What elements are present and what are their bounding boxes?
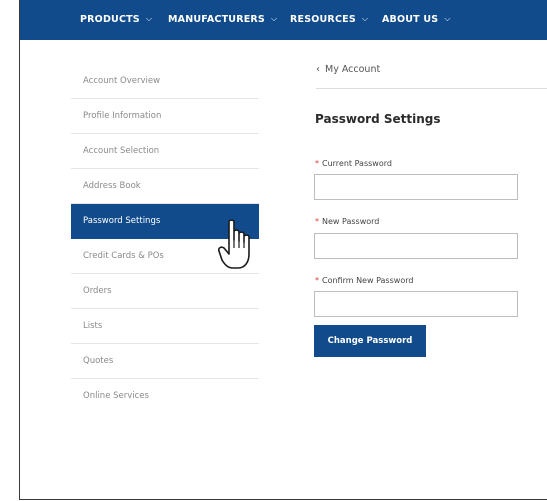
nav-item-manufacturers[interactable]: MANUFACTURERS ⌵: [168, 14, 277, 25]
current-password-label: * Current Password: [315, 159, 392, 168]
confirm-new-password-label: * Confirm New Password: [315, 276, 413, 285]
sidebar-item-label: Account Selection: [83, 146, 160, 156]
sidebar-item-online-services[interactable]: Online Services: [71, 379, 259, 414]
sidebar-item-label: Address Book: [83, 181, 141, 191]
field-label-text: Current Password: [322, 159, 392, 168]
change-password-button[interactable]: Change Password: [314, 325, 426, 357]
nav-item-products[interactable]: PRODUCTS ⌵: [80, 14, 152, 25]
required-marker: *: [315, 276, 319, 285]
sidebar-item-label: Account Overview: [83, 76, 161, 86]
nav-item-label: PRODUCTS: [80, 14, 140, 25]
sidebar-item-orders[interactable]: Orders: [71, 274, 259, 309]
nav-item-resources[interactable]: RESOURCES ⌵: [290, 14, 368, 25]
breadcrumb-my-account[interactable]: ‹ My Account: [316, 64, 380, 75]
chevron-down-icon: ⌵: [444, 14, 451, 23]
page-frame: PRODUCTS ⌵ MANUFACTURERS ⌵ RESOURCES ⌵ ABOU…: [19, 0, 547, 500]
new-password-input[interactable]: [314, 233, 518, 259]
sidebar-item-account-selection[interactable]: Account Selection: [71, 134, 259, 169]
sidebar-item-label: Online Services: [83, 391, 149, 401]
chevron-left-icon: ‹: [316, 64, 320, 75]
breadcrumb-divider: [316, 88, 547, 89]
sidebar-item-address-book[interactable]: Address Book: [71, 169, 259, 204]
field-label-text: Confirm New Password: [322, 276, 414, 285]
chevron-down-icon: ⌵: [270, 14, 278, 23]
top-navigation-bar: PRODUCTS ⌵ MANUFACTURERS ⌵ RESOURCES ⌵ ABOU…: [20, 0, 547, 40]
sidebar-item-label: Lists: [83, 321, 103, 331]
chevron-down-icon: ⌵: [361, 14, 369, 23]
sidebar-item-profile-information[interactable]: Profile Information: [71, 99, 259, 134]
hand-pointer-icon: [218, 219, 250, 269]
sidebar-item-label: Credit Cards & POs: [83, 251, 164, 261]
new-password-label: * New Password: [315, 217, 379, 226]
sidebar-item-quotes[interactable]: Quotes: [71, 344, 259, 379]
confirm-new-password-input[interactable]: [314, 291, 518, 317]
required-marker: *: [315, 159, 319, 168]
page-title: Password Settings: [315, 112, 441, 126]
field-label-text: New Password: [322, 217, 380, 226]
sidebar-item-label: Profile Information: [83, 111, 162, 121]
sidebar-item-label: Quotes: [83, 356, 114, 366]
current-password-input[interactable]: [314, 174, 518, 200]
sidebar-item-label: Password Settings: [83, 216, 161, 226]
sidebar-item-label: Orders: [83, 286, 112, 296]
required-marker: *: [315, 217, 319, 226]
sidebar-item-account-overview[interactable]: Account Overview: [71, 64, 259, 99]
sidebar-item-lists[interactable]: Lists: [71, 309, 259, 344]
nav-item-label: ABOUT US: [382, 14, 439, 25]
nav-item-label: RESOURCES: [290, 14, 356, 25]
chevron-down-icon: ⌵: [145, 14, 153, 23]
nav-item-about-us[interactable]: ABOUT US ⌵: [382, 14, 451, 25]
nav-item-label: MANUFACTURERS: [168, 14, 265, 25]
breadcrumb-label: My Account: [325, 64, 381, 75]
